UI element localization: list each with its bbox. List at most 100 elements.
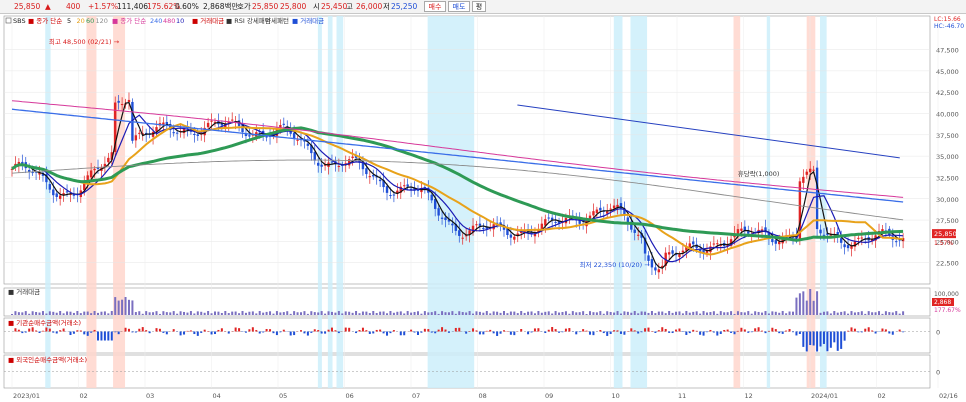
volume-bar (337, 311, 340, 315)
volume-bar (158, 313, 161, 315)
volume-bar (275, 311, 278, 315)
candle-body (451, 223, 454, 226)
candle-body (313, 151, 316, 161)
inst-bar (795, 331, 798, 336)
inst-bar (761, 330, 764, 332)
inst-bar (62, 328, 65, 332)
volume-bar (141, 313, 144, 315)
volume-bar (836, 312, 839, 315)
inst-bar (131, 331, 134, 333)
inst-bar (771, 327, 774, 332)
legend-vol-ma-period: 10 (176, 17, 184, 25)
candle-body (636, 234, 640, 236)
volume-bar (434, 311, 437, 315)
volume-bar (633, 311, 636, 315)
inst-bar (843, 331, 846, 341)
volume-bar (69, 311, 72, 315)
open-label: 시 (313, 2, 320, 11)
volume-bar (602, 313, 605, 315)
candle-body (609, 208, 612, 210)
candle-body (138, 132, 141, 134)
candle-body (58, 195, 62, 199)
volume-bar (850, 311, 853, 315)
inst-bar (705, 331, 708, 333)
toolbar: 25,850 ▲ 400 +1.57% 111,406 175.62% 0.60… (0, 0, 966, 14)
volume-bar (11, 314, 13, 315)
inst-bar (726, 329, 729, 332)
inst-bar (262, 331, 265, 333)
volume-bar (454, 313, 457, 315)
volume-bar (372, 311, 375, 315)
volume-bar (709, 312, 712, 315)
inst-bar (158, 328, 161, 332)
sell-button[interactable]: 매도 (448, 1, 470, 12)
corner-label: LC:15.66 (934, 16, 961, 23)
inst-bar (623, 331, 626, 335)
legend-vol-ma-label: ■ 종가 단순 (112, 16, 146, 25)
volume-bar (571, 311, 574, 315)
volume-bar (829, 313, 832, 315)
volume-bar (733, 313, 736, 315)
inst-bar (712, 331, 715, 333)
volume-bar (165, 312, 168, 315)
inst-bar (368, 331, 371, 334)
inst-bar (255, 330, 258, 332)
volume-bar (530, 311, 533, 315)
inst-bar (334, 330, 337, 332)
volume-bar (90, 313, 93, 315)
volume-bar (757, 311, 760, 315)
volume-bar (24, 311, 27, 315)
inst-bar (688, 331, 691, 334)
inst-bar (785, 330, 788, 332)
candle-body (120, 104, 124, 106)
volume-bar (619, 313, 622, 315)
volume-bar (124, 297, 127, 315)
volume-bar (540, 312, 543, 315)
inst-panel-title: ■ 기관순매수금액(거래소) (8, 318, 81, 327)
inst-bar (220, 328, 223, 332)
volume-bar (327, 311, 330, 315)
inst-bar (582, 329, 585, 332)
candle-body (28, 169, 31, 172)
inst-bar (513, 331, 516, 336)
volume-bar (117, 300, 120, 315)
volume-bar (902, 311, 905, 315)
candle-body (736, 229, 740, 234)
volume-bar (719, 311, 722, 315)
stock-chart[interactable]: 22,50025,00027,50030,00032,50035,00037,5… (0, 14, 966, 402)
inst-bar (850, 327, 853, 332)
volume-bar (637, 313, 640, 315)
inst-bar (847, 330, 850, 332)
volume-bar (289, 313, 292, 315)
volume-bar (647, 312, 650, 315)
inst-bar (165, 331, 168, 335)
inst-bar (90, 331, 93, 333)
volume-bar (189, 311, 192, 315)
volume-bar (127, 299, 130, 315)
volume-bar (754, 311, 757, 315)
volume-bar (121, 299, 124, 315)
volume-bar (792, 311, 795, 315)
balance-button[interactable]: 평 (472, 1, 486, 12)
candle-body (681, 250, 685, 253)
volume-bar (816, 291, 819, 315)
volume-bar (76, 311, 79, 315)
volume-bar (55, 312, 58, 315)
inst-bar (272, 331, 275, 334)
inst-bar (97, 331, 100, 341)
inst-bar (31, 327, 34, 332)
inst-bar (107, 331, 110, 341)
x-tick-label: 02 (878, 392, 886, 400)
candle-body (416, 189, 420, 191)
inst-bar (279, 331, 282, 333)
inst-bar (578, 331, 581, 333)
volume-bar (506, 313, 509, 315)
candle-body (317, 162, 320, 166)
inst-bar (213, 331, 216, 335)
y-tick-label: 30,000 (936, 196, 959, 204)
inst-bar (561, 331, 564, 333)
inst-bar (365, 330, 368, 332)
buy-button[interactable]: 매수 (424, 1, 446, 12)
candle-body (52, 189, 55, 196)
inst-bar (189, 330, 192, 332)
